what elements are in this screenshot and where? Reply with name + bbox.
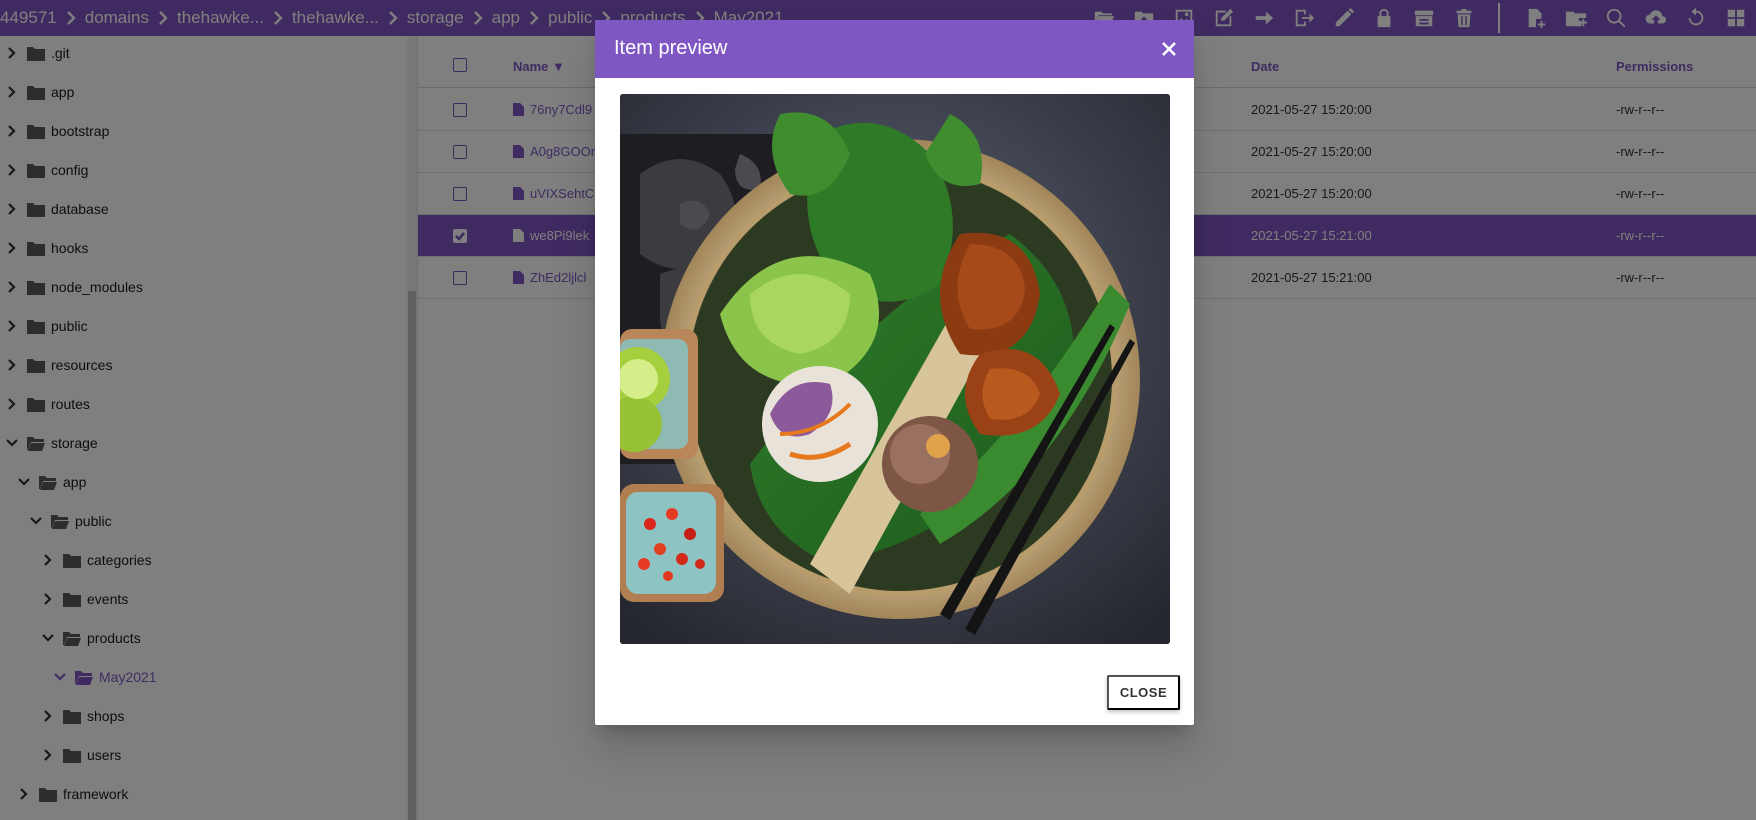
dialog-title: Item preview xyxy=(614,37,728,59)
dialog-header: Item preview xyxy=(595,20,1194,78)
item-preview-dialog: Item preview CLOSE xyxy=(595,20,1194,725)
food-platter-photo xyxy=(620,94,1170,644)
close-icon[interactable] xyxy=(1156,36,1182,62)
close-button[interactable]: CLOSE xyxy=(1107,675,1180,710)
preview-image xyxy=(620,94,1170,644)
